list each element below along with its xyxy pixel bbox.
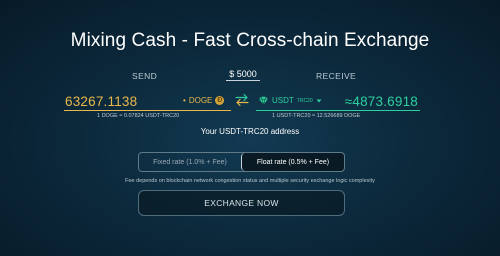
send-currency-selector[interactable]: • DOGE Đ [183,96,225,105]
receive-network-label: TRC20 [296,97,313,104]
usd-amount-input[interactable]: $ 5000 [226,69,260,81]
send-underline [64,110,231,111]
doge-coin-icon: Đ [215,96,225,105]
receive-label: RECEIVE [316,71,357,81]
address-label: Your USDT-TRC20 address [200,127,300,136]
receive-rate-info: 1 USDT-TRC20 ≈ 12.526689 DOGE [272,113,361,119]
receive-currency-selector[interactable]: USDT TRC20 [258,96,322,105]
send-amount-input[interactable]: 63267.1138 [65,94,137,109]
send-rate-info: 1 DOGE ≈ 0.07824 USDT-TRC20 [97,113,180,119]
fixed-rate-option[interactable]: Fixed rate (1.0% + Fee) [139,153,241,171]
rate-type-toggle: Fixed rate (1.0% + Fee) Float rate (0.5%… [138,152,345,172]
exchange-now-button[interactable]: EXCHANGE NOW [138,190,345,216]
receive-amount: ≈4873.6918 [344,94,418,109]
send-currency-label: DOGE [188,96,213,105]
float-rate-option[interactable]: Float rate (0.5% + Fee) [241,153,344,171]
page-title: Mixing Cash - Fast Cross-chain Exchange [70,30,430,51]
currency-bullet: • [183,96,186,105]
fee-note: Fee depends on blockchain network conges… [125,178,375,184]
receive-currency-label: USDT [272,96,294,105]
send-label: SEND [132,71,158,81]
chevron-down-icon [316,99,322,102]
swap-arrows-icon[interactable] [234,93,250,107]
receive-underline [256,110,420,111]
tether-gem-icon [259,96,268,105]
